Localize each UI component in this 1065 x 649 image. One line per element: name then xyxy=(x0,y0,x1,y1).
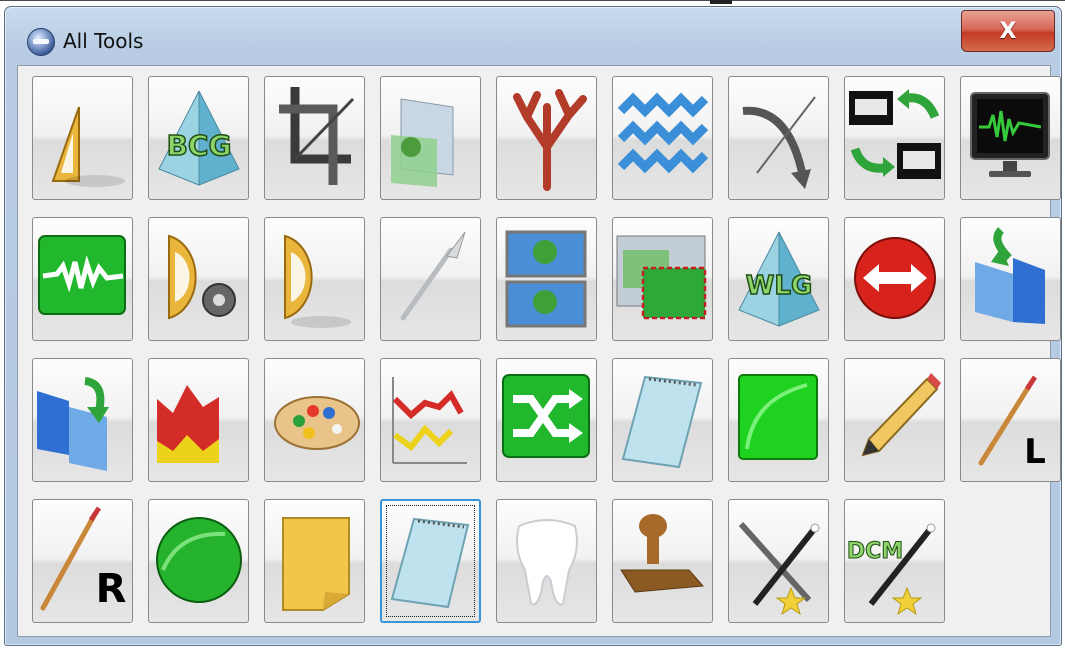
tool-button-monitor[interactable] xyxy=(960,76,1061,200)
brush-l-label: L xyxy=(1024,432,1046,472)
tool-button-line-chart[interactable] xyxy=(380,358,481,482)
bcg-label: BCG xyxy=(167,129,232,162)
tool-button-red-arrows[interactable] xyxy=(844,217,945,341)
tool-button-green-square[interactable] xyxy=(728,358,829,482)
tool-button-bus-swap[interactable] xyxy=(844,76,945,200)
tool-button-waves[interactable] xyxy=(612,76,713,200)
tool-button-palette[interactable] xyxy=(264,358,365,482)
tool-button-brush-r[interactable]: R xyxy=(32,499,133,623)
stamp-icon xyxy=(620,514,705,593)
tool-button-tooth[interactable] xyxy=(496,499,597,623)
shuffle-icon xyxy=(502,374,590,458)
wlg-pyramid-icon: WLG xyxy=(738,231,820,327)
tool-button-bcg[interactable]: BCG xyxy=(148,76,249,200)
tool-button-image-overlay[interactable] xyxy=(380,76,481,200)
tool-button-wlg[interactable]: WLG xyxy=(728,217,829,341)
tool-button-scalpel[interactable] xyxy=(380,217,481,341)
tool-button-protractor-gear[interactable] xyxy=(148,217,249,341)
top-edge-line xyxy=(0,0,1065,1)
bus-swap-icon xyxy=(849,89,941,179)
window-title: All Tools xyxy=(63,29,144,53)
tool-button-stacked-images[interactable] xyxy=(496,217,597,341)
tool-button-brush-l[interactable]: L xyxy=(960,358,1061,482)
brush-l-icon: L xyxy=(978,375,1046,472)
close-button[interactable]: X xyxy=(961,10,1055,52)
all-tools-window: All Tools X BCG WLG L R DCM xyxy=(4,6,1062,646)
protractor-icon xyxy=(284,234,351,328)
wlg-label: WLG xyxy=(746,271,813,301)
tool-button-undo[interactable] xyxy=(960,217,1061,341)
title-bar[interactable]: All Tools X xyxy=(5,7,1061,63)
red-double-arrow-icon xyxy=(854,237,936,319)
pencil-icon xyxy=(861,373,941,457)
tool-button-shuffle[interactable] xyxy=(496,358,597,482)
bcg-pyramid-icon: BCG xyxy=(158,90,240,186)
tool-button-pencil[interactable] xyxy=(844,358,945,482)
line-chart-icon xyxy=(392,377,467,464)
tool-button-stamp[interactable] xyxy=(612,499,713,623)
tool-button-dcm[interactable]: DCM xyxy=(844,499,945,623)
green-square-icon xyxy=(738,374,818,460)
tool-button-coral[interactable] xyxy=(496,76,597,200)
brush-r-icon: R xyxy=(40,506,127,612)
tool-button-protractor[interactable] xyxy=(264,217,365,341)
tool-button-green-circle[interactable] xyxy=(148,499,249,623)
tool-button-notepad-selected[interactable] xyxy=(380,499,481,623)
notepad-icon xyxy=(621,375,703,469)
top-edge-mark xyxy=(710,0,732,4)
notepad-selected-icon xyxy=(390,517,470,609)
green-waveform-icon xyxy=(38,235,126,315)
dcm-wand-icon: DCM xyxy=(846,523,936,616)
magic-tools-icon xyxy=(738,521,820,616)
dcm-label: DCM xyxy=(847,539,903,564)
scalpel-icon xyxy=(400,231,466,321)
tool-button-notepad[interactable] xyxy=(612,358,713,482)
app-logo-icon xyxy=(27,28,55,56)
curved-arrow-icon xyxy=(742,96,816,189)
triangle-ruler-icon xyxy=(51,106,125,187)
tool-button-curved-arrow[interactable] xyxy=(728,76,829,200)
blue-redo-icon xyxy=(37,377,109,471)
crop-icon xyxy=(279,87,355,185)
area-chart-icon xyxy=(157,385,219,463)
blue-undo-icon xyxy=(975,227,1045,324)
brush-r-label: R xyxy=(96,566,127,612)
tool-grid: BCG WLG L R DCM xyxy=(17,65,1061,637)
green-circle-icon xyxy=(156,517,242,603)
image-overlay-icon xyxy=(391,98,454,187)
image-region-icon xyxy=(616,235,707,320)
tool-button-image-region[interactable] xyxy=(612,217,713,341)
close-icon: X xyxy=(999,18,1017,44)
waves-icon xyxy=(617,92,709,174)
tool-button-triangle-ruler[interactable] xyxy=(32,76,133,200)
tool-button-redo[interactable] xyxy=(32,358,133,482)
palette-icon xyxy=(274,396,360,450)
sticky-note-icon xyxy=(282,517,350,611)
stacked-images-icon xyxy=(505,230,587,328)
tool-button-crop[interactable] xyxy=(264,76,365,200)
coral-icon xyxy=(513,89,587,191)
tool-button-green-waveform[interactable] xyxy=(32,217,133,341)
tool-button-sticky-note[interactable] xyxy=(264,499,365,623)
tool-button-area-chart[interactable] xyxy=(148,358,249,482)
protractor-gear-icon xyxy=(168,234,236,320)
monitor-waveform-icon xyxy=(970,92,1050,177)
tool-button-magic-tools[interactable] xyxy=(728,499,829,623)
tooth-icon xyxy=(516,519,578,606)
